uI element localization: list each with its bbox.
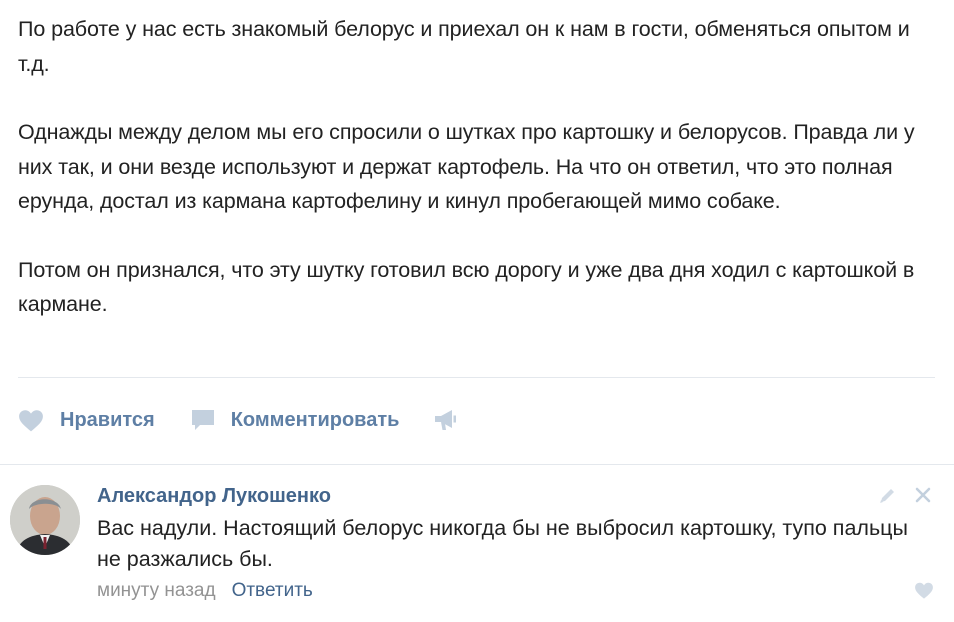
heart-icon — [18, 409, 44, 432]
comment-author[interactable]: Александор Лукошенко — [97, 485, 331, 508]
comment-button[interactable]: Комментировать — [191, 408, 400, 432]
close-icon[interactable] — [913, 485, 933, 510]
like-button[interactable]: Нравится — [18, 409, 155, 432]
post-actions: Нравится Комментировать — [18, 398, 459, 442]
post-paragraph: По работе у нас есть знакомый белорус и … — [18, 17, 910, 76]
reply-button[interactable]: Ответить — [232, 580, 313, 602]
heart-icon[interactable] — [914, 582, 934, 604]
comment-timestamp[interactable]: минуту назад — [97, 580, 216, 602]
post-divider — [18, 377, 935, 378]
share-button[interactable] — [433, 408, 459, 432]
post-text: По работе у нас есть знакомый белорус и … — [18, 12, 943, 322]
comment-item: Александор Лукошенко Вас надули. Настоящ… — [0, 465, 954, 622]
comment-bubble-icon — [191, 409, 215, 432]
comment-label: Комментировать — [230, 408, 400, 431]
avatar[interactable] — [10, 485, 80, 555]
comment-text: Вас надули. Настоящий белорус никогда бы… — [97, 516, 908, 571]
post-paragraph: Потом он признался, что эту шутку готови… — [18, 257, 915, 317]
post-paragraph: Однажды между делом мы его спросили о шу… — [18, 120, 915, 213]
like-label: Нравится — [60, 408, 155, 431]
megaphone-icon — [433, 408, 459, 432]
comment-meta: минуту назад Ответить — [97, 580, 313, 602]
pencil-icon[interactable] — [878, 487, 896, 510]
